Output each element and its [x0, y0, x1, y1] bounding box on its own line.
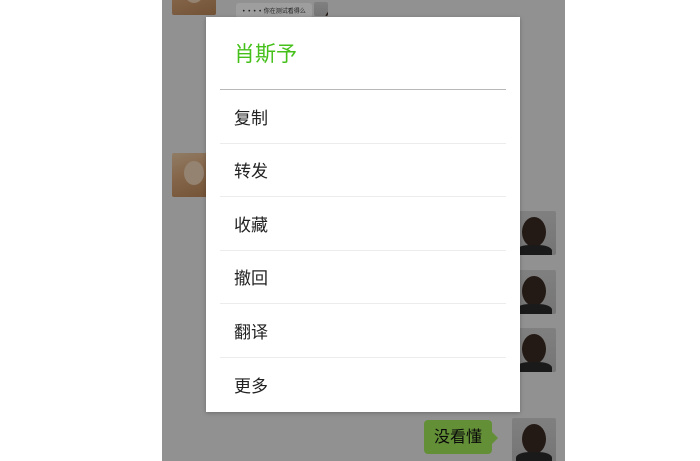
menu-item-translate[interactable]: 翻译 [220, 304, 506, 358]
menu-item-more[interactable]: 更多 [220, 358, 506, 412]
menu-item-copy[interactable]: 复制 [220, 90, 506, 144]
menu-item-forward[interactable]: 转发 [220, 144, 506, 197]
message-context-menu: 肖斯予 复制 转发 收藏 撤回 翻译 更多 [206, 17, 520, 412]
popup-title: 肖斯予 [234, 42, 297, 66]
context-menu-list: 复制 转发 收藏 撤回 翻译 更多 [220, 90, 506, 411]
menu-item-recall[interactable]: 撤回 [220, 251, 506, 304]
chat-screen: • • • • 你在测试看得么 没看懂 肖斯予 复制 转发 收藏 撤回 翻译 更… [162, 0, 565, 461]
menu-item-favorite[interactable]: 收藏 [220, 197, 506, 251]
